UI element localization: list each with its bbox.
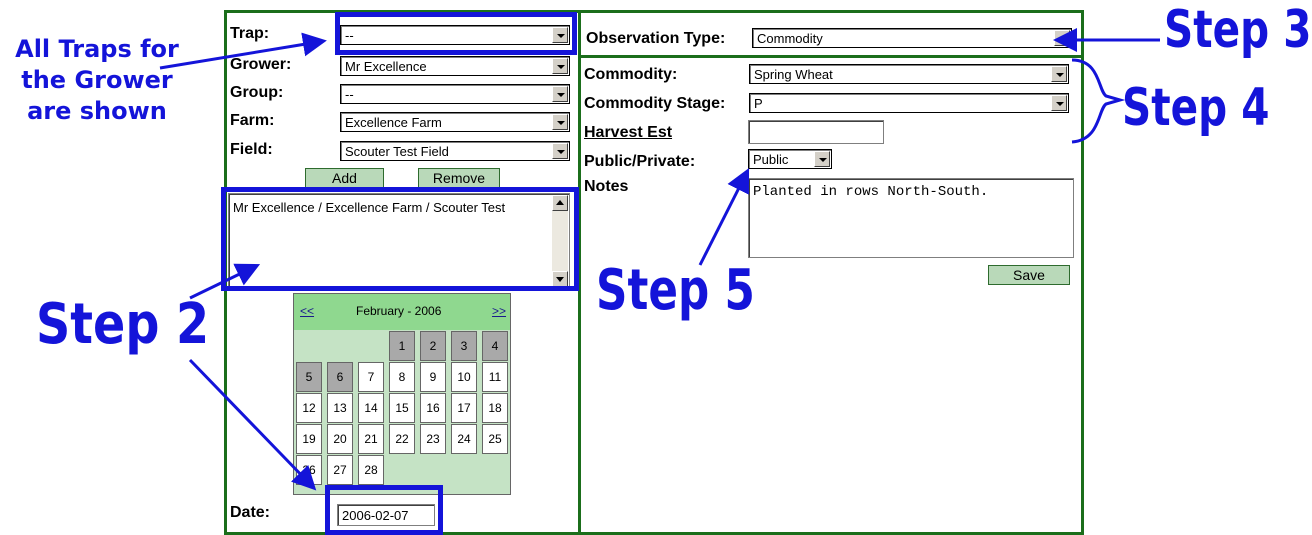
step-2-label: Step 2 <box>36 292 210 357</box>
arrow-step2-date <box>188 358 317 491</box>
traps-note-line: are shown <box>27 97 167 125</box>
traps-note: All Traps for the Grower are shown <box>2 34 192 127</box>
traps-note-line: All Traps for <box>15 35 179 63</box>
traps-note-line: the Grower <box>21 66 173 94</box>
step4-brace <box>1071 58 1126 144</box>
arrow-step5 <box>698 167 750 266</box>
step-4-label: Step 4 <box>1122 78 1270 138</box>
step-5-label: Step 5 <box>596 258 755 323</box>
step-3-label: Step 3 <box>1164 0 1312 60</box>
